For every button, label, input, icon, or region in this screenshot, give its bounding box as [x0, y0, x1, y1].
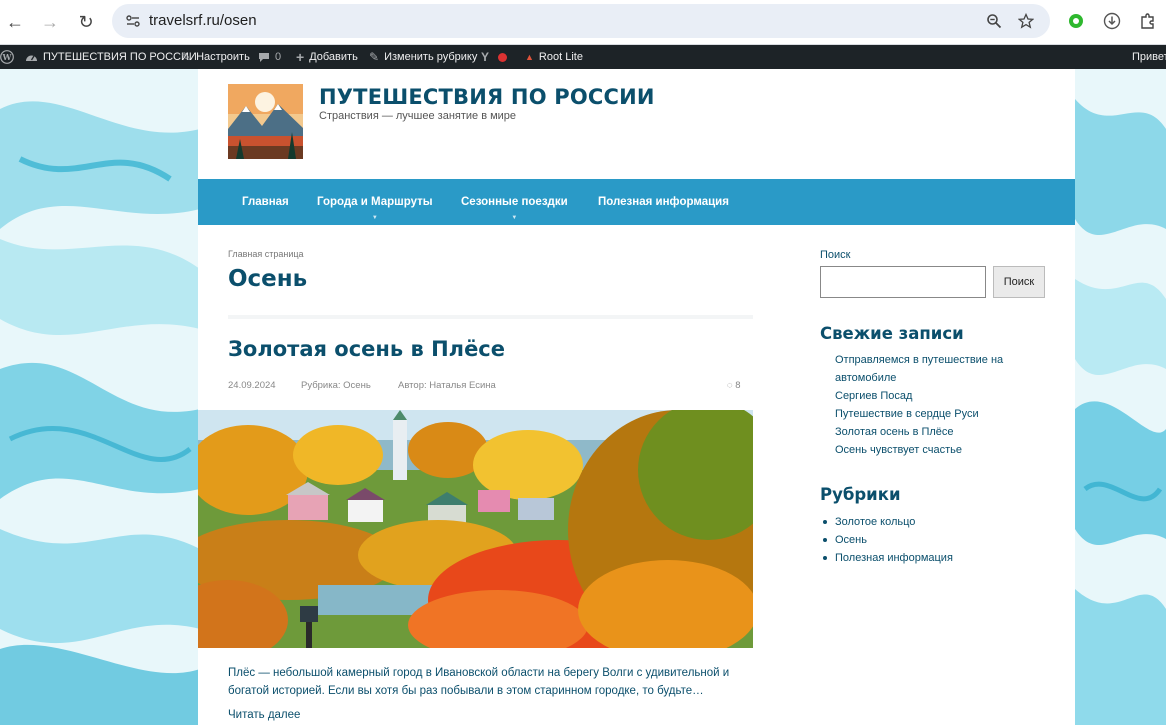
triangle-icon: ▲: [525, 52, 534, 62]
comments-count-label: 8: [735, 380, 741, 391]
brush-icon: ✎: [181, 50, 192, 64]
forward-button[interactable]: →: [36, 8, 64, 36]
adminbar-new-content[interactable]: + Добавить: [296, 45, 358, 69]
back-button[interactable]: ←: [1, 8, 29, 36]
read-more-link[interactable]: Читать далее: [228, 709, 300, 721]
adminbar-edit-label: Изменить рубрику: [384, 51, 478, 63]
adminbar-greeting: Привет,: [1132, 51, 1166, 63]
reload-button[interactable]: ↻: [72, 8, 100, 36]
post-date: 24.09.2024: [228, 380, 276, 391]
post-comments-count[interactable]: ◌ 8: [727, 380, 741, 391]
recent-post-link[interactable]: Путешествие в сердце Руси: [835, 405, 1045, 423]
bookmark-star-icon[interactable]: [1016, 11, 1036, 31]
pencil-icon: ✎: [369, 50, 380, 64]
menu-item-home[interactable]: Главная: [242, 179, 289, 225]
reload-icon: ↻: [78, 11, 94, 32]
divider: [228, 315, 753, 319]
yoast-icon: Y: [481, 50, 490, 64]
comment-bubble-icon: [259, 52, 269, 62]
menu-item-label: Города и Маршруты: [317, 196, 433, 208]
recent-posts-list: Отправляемся в путешествие на автомобиле…: [835, 351, 1045, 459]
recent-post-link[interactable]: Золотая осень в Плёсе: [835, 423, 1045, 441]
categories-title: Рубрики: [820, 485, 901, 504]
download-icon[interactable]: [1101, 10, 1123, 32]
menu-item-useful-info[interactable]: Полезная информация: [598, 179, 729, 225]
menu-item-label: Полезная информация: [598, 196, 729, 208]
post-excerpt: Плёс — небольшой камерный город в Иванов…: [228, 667, 730, 697]
chevron-down-icon: ▼: [511, 215, 518, 221]
chevron-down-icon: ▼: [371, 215, 378, 221]
post-author[interactable]: Автор: Наталья Есина: [398, 380, 496, 391]
svg-text:W: W: [2, 52, 13, 62]
extensions-puzzle-icon[interactable]: [1137, 10, 1159, 32]
adminbar-comments-count: 0: [275, 51, 282, 63]
recent-posts-title: Свежие записи: [820, 324, 964, 343]
post-category[interactable]: Рубрика: Осень: [301, 380, 371, 391]
adminbar-root-label: Root Lite: [538, 51, 583, 63]
search-input[interactable]: [820, 266, 986, 298]
breadcrumb-home[interactable]: Главная страница: [228, 249, 304, 259]
wp-logo-menu[interactable]: W: [0, 45, 14, 69]
url-text[interactable]: travelsrf.ru/osen: [149, 12, 257, 29]
menu-item-seasonal-trips[interactable]: Сезонные поездки ▼: [461, 179, 568, 225]
comment-icon: ◌: [727, 380, 733, 391]
category-link[interactable]: Полезная информация: [823, 549, 1045, 567]
categories-list: Золотое кольцо Осень Полезная информация: [823, 513, 1045, 567]
adminbar-comments[interactable]: 0: [258, 45, 281, 69]
adminbar-customize[interactable]: ✎ Настроить: [181, 45, 250, 69]
adminbar-seo[interactable]: Y: [481, 45, 508, 69]
site-title[interactable]: ПУТЕШЕСТВИЯ ПО РОССИИ: [319, 85, 655, 109]
search-label: Поиск: [820, 249, 851, 261]
seo-status-dot: [498, 52, 508, 62]
browser-toolbar: ← → ↻ travelsrf.ru/osen: [0, 0, 1166, 45]
category-link[interactable]: Осень: [823, 531, 1045, 549]
adminbar-site-label: ПУТЕШЕСТВИЯ ПО РОССИИ: [43, 51, 197, 63]
wordpress-icon: W: [0, 50, 14, 64]
extension-icon[interactable]: [1065, 10, 1087, 32]
menu-item-label: Главная: [242, 196, 289, 208]
recent-post-link[interactable]: Сергиев Посад: [835, 387, 1045, 405]
adminbar-customize-label: Настроить: [196, 51, 250, 63]
adminbar-add-label: Добавить: [309, 51, 358, 63]
adminbar-edit-category[interactable]: ✎ Изменить рубрику: [369, 45, 477, 69]
back-icon: ←: [6, 11, 24, 32]
adminbar-root-lite[interactable]: ▲ Root Lite: [525, 45, 583, 69]
search-button[interactable]: Поиск: [993, 266, 1045, 298]
adminbar-my-account[interactable]: Привет,: [1132, 45, 1166, 69]
main-navigation: Главная Города и Маршруты ▼ Сезонные пое…: [198, 179, 1075, 225]
recent-post-link[interactable]: Осень чувствует счастье: [835, 441, 1045, 459]
post-thumbnail[interactable]: [198, 410, 753, 648]
menu-item-label: Сезонные поездки: [461, 196, 568, 208]
address-bar[interactable]: travelsrf.ru/osen: [112, 4, 1050, 38]
zoom-icon[interactable]: [984, 11, 1004, 31]
site-page: ПУТЕШЕСТВИЯ ПО РОССИИ Странствия — лучше…: [198, 69, 1075, 725]
category-link[interactable]: Золотое кольцо: [823, 513, 1045, 531]
adminbar-site-name[interactable]: ПУТЕШЕСТВИЯ ПО РОССИИ: [25, 45, 197, 69]
menu-item-cities-routes[interactable]: Города и Маршруты ▼: [317, 179, 433, 225]
forward-icon: →: [41, 11, 59, 32]
page-title: Осень: [228, 266, 308, 292]
post-title[interactable]: Золотая осень в Плёсе: [228, 337, 505, 361]
dashboard-icon: [26, 55, 37, 61]
recent-post-link[interactable]: Отправляемся в путешествие на автомобиле: [835, 351, 1045, 387]
site-logo[interactable]: [228, 84, 303, 159]
site-description: Странствия — лучшее занятие в мире: [319, 110, 517, 122]
breadcrumb[interactable]: Главная страница: [228, 249, 304, 259]
wp-admin-bar: W ПУТЕШЕСТВИЯ ПО РОССИИ ✎ Настроить 0 + …: [0, 45, 1166, 69]
site-info-icon[interactable]: [124, 12, 142, 30]
plus-icon: +: [296, 49, 305, 65]
